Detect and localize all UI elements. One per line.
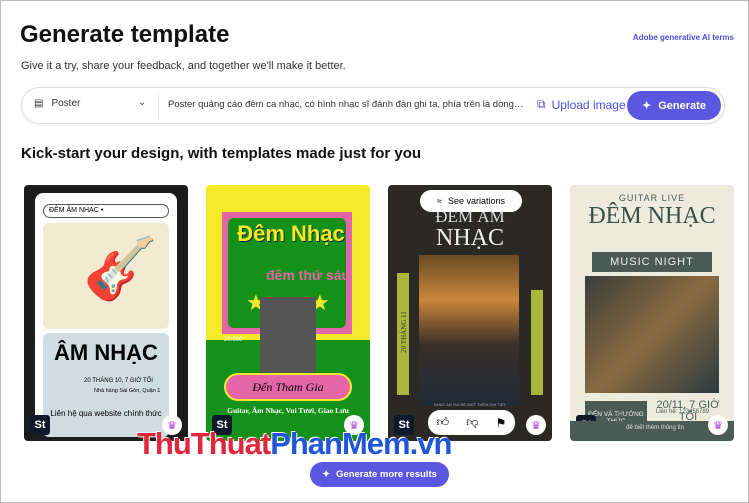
poster-text: Liên hệ: 123456789 (656, 409, 710, 415)
upload-image-button[interactable]: ⧉ Upload image (537, 97, 626, 112)
generate-button[interactable]: ✦ Generate (627, 91, 721, 120)
premium-crown-icon: ♛ (526, 415, 546, 435)
poster-text: GUITAR LIVE (618, 193, 686, 203)
poster-text: 20 THÁNG 10, 7 GIỜ TỐI (84, 378, 153, 384)
poster-text: đêm thứ sáu (266, 267, 351, 283)
thumbs-down-icon[interactable]: 👎︎ (466, 415, 478, 430)
see-variations-button[interactable]: ≈ See variations (420, 190, 522, 212)
poster-text: Đến Tham Gia (224, 373, 352, 401)
image-icon: ⧉ (537, 97, 546, 111)
poster-text: Liên hệ qua website chính thức (50, 409, 162, 418)
violin-image (260, 297, 316, 383)
variations-icon: ≈ (437, 196, 442, 206)
guitarist-image: 🎸 (43, 223, 169, 329)
see-variations-label: See variations (447, 196, 505, 206)
generate-more-label: Generate more results (336, 469, 437, 480)
stock-badge: St (30, 415, 50, 435)
prompt-input[interactable]: Poster quảng cáo đêm ca nhạc, có hình nh… (168, 99, 524, 110)
template-card-2[interactable]: Đêm Nhạc đêm thứ sáu ★ ★ 20.000 Đến Tham… (206, 185, 370, 441)
type-value: Poster (51, 98, 81, 109)
poster-headline: Đêm Nhạc (237, 221, 345, 246)
poster-headline: ĐÊM NHẠC (588, 203, 716, 229)
dj-image (419, 255, 519, 405)
type-select[interactable]: ▤ Poster (34, 98, 80, 109)
premium-crown-icon: ♛ (708, 415, 728, 435)
page-title: Generate template (20, 21, 230, 48)
upload-label: Upload image (551, 97, 626, 112)
page-subtitle: Give it a try, share your feedback, and … (21, 60, 346, 72)
generate-more-button[interactable]: ✦ Generate more results (310, 462, 449, 487)
poster-text: 20 THÁNG 11 (400, 311, 408, 353)
cowboy-guitarist-image (585, 276, 719, 393)
poster-text: Sân khấu Trung Tâm Văn Hóa (590, 406, 647, 418)
poster-text: 20.000 (224, 337, 243, 343)
poster-text: Nhà hàng Sài Gòn, Quận 1 (94, 388, 161, 394)
flag-icon[interactable]: ⚑ (496, 416, 507, 430)
template-card-1[interactable]: ĐÊM ÂM NHẠC • 🎸 ÂM NHẠC 20 THÁNG 10, 7 G… (24, 185, 188, 441)
poster-text: MUSIC NIGHT (592, 252, 712, 272)
template-card-3[interactable]: ĐÊM ÂM NHẠC 20 THÁNG 11 NHẠC AN VUI ĐỂ B… (388, 185, 552, 441)
template-card-4[interactable]: GUITAR LIVE ĐÊM NHẠC MUSIC NIGHT ĐẾN VÀ … (570, 185, 734, 441)
poster-text: để biết thêm thông tin (626, 425, 684, 431)
poster-text: Guitar, Âm Nhạc, Vui Tươi, Giao Lưu (227, 406, 349, 415)
divider (158, 94, 159, 118)
section-title: Kick-start your design, with templates m… (21, 145, 422, 162)
sparkle-icon: ✦ (642, 100, 652, 112)
chevron-down-icon[interactable]: ⌄ (138, 97, 146, 108)
prompt-bar: ▤ Poster ⌄ Poster quảng cáo đêm ca nhạc, … (21, 87, 725, 124)
poster-text: NHẠC AN VUI ĐỂ BIẾT THÊM CHI TIẾT (433, 402, 507, 407)
poster-headline: NHẠC (435, 225, 504, 251)
ai-terms-link[interactable]: Adobe generative AI terms (633, 33, 734, 42)
sparkle-icon: ✦ (322, 469, 331, 480)
poster-headline: ÂM NHẠC (54, 340, 158, 365)
generate-label: Generate (658, 99, 706, 112)
poster-icon: ▤ (34, 98, 44, 109)
watermark: ThuThuatPhanMem.vn (137, 426, 452, 461)
poster-text: ĐÊM ÂM NHẠC • (43, 204, 169, 218)
